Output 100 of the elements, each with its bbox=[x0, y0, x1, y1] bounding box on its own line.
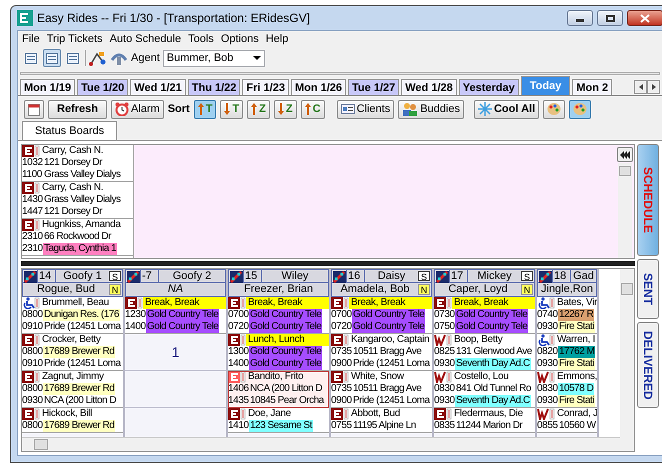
tab-scroll-left[interactable] bbox=[634, 80, 647, 94]
client-name: Fledermaus, Die bbox=[453, 408, 524, 420]
menu-item[interactable]: Auto Schedule bbox=[110, 31, 182, 48]
trip-card[interactable]: White, Snow 073510511 Bragg Ave 0900Pride (12451 Loma bbox=[331, 371, 432, 408]
menu-item[interactable]: Tools bbox=[188, 31, 214, 48]
trip-card[interactable]: Doe, Jane 1410123 Sesame St bbox=[228, 408, 329, 433]
client-name: Hickock, Bill bbox=[41, 408, 93, 420]
driver-name: Freezer, Brian bbox=[242, 283, 314, 296]
maximize-button[interactable] bbox=[597, 10, 623, 26]
page-tab[interactable]: Status Boards bbox=[22, 121, 118, 140]
palette-button[interactable] bbox=[543, 100, 566, 118]
trip-card[interactable]: Hugnkiss, Amanda 231066 Rockwood Dr 2310Taguda, Cynthia 1 bbox=[22, 219, 133, 256]
sort-button[interactable]: Z bbox=[247, 100, 270, 118]
palette-icon bbox=[547, 102, 562, 116]
trip-card[interactable]: Break, Break 0700Gold Country Tele 0720Gold Country Tele bbox=[331, 297, 432, 334]
stop-address: 17689 Brewer Rd bbox=[43, 383, 116, 395]
agent-dropdown[interactable]: Bummer, Bob bbox=[162, 50, 265, 66]
date-tab[interactable]: Yesterday bbox=[458, 79, 519, 95]
stop-time: 0830 bbox=[537, 383, 558, 395]
stop-address: Pride (12451 Loma bbox=[352, 395, 431, 407]
vehicle-name: Gad bbox=[570, 270, 596, 282]
trip-card[interactable]: Conrad, J 085510560 W bbox=[537, 408, 597, 433]
trip-card[interactable]: Kangaroo, Captain 073510511 Bragg Ave 0900Pride (12451 Loma bbox=[331, 334, 432, 371]
vertical-scrollbar[interactable] bbox=[618, 163, 632, 258]
trip-type-icon bbox=[22, 145, 40, 157]
agent-label: Agent bbox=[131, 50, 160, 66]
date-tab[interactable]: Mon 1/19 bbox=[20, 79, 76, 95]
sort-button[interactable]: C bbox=[300, 100, 325, 118]
stop-time: 0730 bbox=[434, 309, 455, 321]
trip-card[interactable]: Brummell, Beau 0800Dunigan Res. (176 0910Pride (12451 Loma bbox=[22, 297, 123, 334]
palette-button[interactable] bbox=[569, 100, 592, 118]
trip-card[interactable]: Bandito, Frito 1406NCA (200 Litton D 143510845 Pear Orcha bbox=[228, 371, 329, 408]
trip-card[interactable]: Break, Break 0700Gold Country Tele 0720Gold Country Tele bbox=[228, 297, 329, 334]
date-tab[interactable]: Thu 1/22 bbox=[188, 79, 240, 95]
stop-address: 10560 W bbox=[558, 420, 597, 432]
minimize-button[interactable] bbox=[567, 10, 593, 26]
side-tab[interactable]: DELIVERED bbox=[637, 322, 659, 408]
stop-address: Gold Country Tele bbox=[249, 346, 322, 358]
vertical-scrollbar[interactable] bbox=[620, 269, 634, 451]
stop-address: 121 Dorsey Dr bbox=[43, 206, 103, 218]
cool-all-button[interactable]: Cool All bbox=[474, 100, 540, 118]
date-tab[interactable]: Tue 1/27 bbox=[348, 79, 400, 95]
trip-card[interactable]: Lunch, Lunch 1300Gold Country Tele 1400Gold Country Tele bbox=[228, 334, 329, 371]
date-tab[interactable]: Wed 1/21 bbox=[130, 79, 186, 95]
minimize-icon bbox=[576, 19, 584, 22]
trip-card[interactable]: Zagnut, Jimmy 080017689 Brewer Rd 0930NCA (200 Litton D bbox=[22, 371, 123, 408]
trip-card[interactable]: Warren, I 082017762 M 0930Fire Stati bbox=[537, 334, 597, 371]
date-tab[interactable]: Fri 1/23 bbox=[242, 79, 289, 95]
trip-card[interactable]: Emmons, 083010578 D 0930Fire Stati bbox=[537, 371, 597, 408]
stop-time: 0755 bbox=[331, 420, 352, 432]
trip-card[interactable]: Crocker, Betty 080017689 Brewer Rd 0910Pride (12451 Loma bbox=[22, 334, 123, 371]
trip-card[interactable]: Break, Break 1230Gold Country Tele 1400Gold Country Tele bbox=[125, 297, 226, 334]
route-icon[interactable] bbox=[89, 50, 107, 66]
stop-address: Gold Country Tele bbox=[352, 321, 426, 333]
trip-card[interactable]: Costello, Lou 0830841 Old Tunnel Ro 0930Seventh Day Ad.C bbox=[434, 371, 535, 408]
menu-item[interactable]: File bbox=[22, 31, 40, 48]
stop-address: 10578 D bbox=[558, 383, 594, 395]
status-flag: S bbox=[109, 271, 121, 281]
stop-time: 0930 bbox=[537, 321, 558, 333]
stop-time: 0800 bbox=[22, 383, 43, 395]
client-name: Bandito, Frito bbox=[247, 371, 304, 383]
clients-button[interactable]: Clients bbox=[336, 100, 394, 118]
down-arrow-icon bbox=[224, 103, 230, 115]
date-tab[interactable]: Wed 1/28 bbox=[401, 79, 457, 95]
palette-icon bbox=[573, 102, 588, 116]
menu-item[interactable]: Options bbox=[220, 31, 259, 48]
sort-button[interactable]: T bbox=[220, 100, 244, 118]
side-tab[interactable]: SENT bbox=[637, 259, 659, 319]
trip-card[interactable]: Carry, Cash N. 1430Grass Valley Dialys 1447121 Dorsey Dr bbox=[22, 182, 133, 219]
list-view-icon bbox=[46, 52, 58, 64]
buddies-button[interactable]: Buddies bbox=[398, 100, 464, 118]
stop-time: 0720 bbox=[331, 321, 352, 333]
alarm-button[interactable]: Alarm bbox=[110, 100, 164, 118]
stop-address: 123 Sesame St bbox=[249, 420, 313, 432]
date-tab[interactable]: Mon 1/26 bbox=[290, 79, 346, 95]
stop-time: 1435 bbox=[228, 395, 249, 407]
vehicle-number: 14 bbox=[37, 270, 55, 282]
date-tab[interactable]: Mon 2 bbox=[572, 79, 612, 95]
collapse-button[interactable] bbox=[617, 147, 633, 162]
view-toggle[interactable] bbox=[43, 49, 61, 67]
trip-card[interactable]: Hickock, Bill 080017689 Brewer Rd bbox=[22, 408, 123, 433]
stop-time: 0830 bbox=[434, 383, 455, 395]
date-tab[interactable]: Tue 1/20 bbox=[77, 79, 128, 95]
trip-card[interactable]: Break, Break 0730Gold Country Tele 0750Gold Country Tele bbox=[434, 297, 535, 334]
trip-card[interactable]: Fledermaus, Die 083511244 Marion Dr bbox=[434, 408, 535, 433]
trip-card[interactable]: Abbott, Bud 075511195 Alpine Ln bbox=[331, 408, 432, 433]
trip-card[interactable]: Boop, Betty 0825131 Glenwood Ave 0930Seventh Day Ad.C bbox=[434, 334, 535, 371]
trip-card[interactable]: Carry, Cash N. 1032121 Dorsey Dr 1100 Grass Valley Dialys bbox=[22, 145, 133, 182]
tab-scroll-right[interactable] bbox=[647, 80, 660, 94]
refresh-button[interactable]: Refresh bbox=[48, 100, 107, 118]
driver-name: Rogue, Bud bbox=[36, 283, 96, 296]
stop-time: 0835 bbox=[434, 420, 455, 432]
menu-item[interactable]: Trip Tickets bbox=[46, 31, 103, 48]
stop-address: Gold Country Tele bbox=[249, 358, 322, 370]
calendar-button[interactable] bbox=[24, 100, 44, 118]
menu-item[interactable]: Help bbox=[266, 31, 288, 48]
close-button[interactable] bbox=[627, 10, 662, 26]
trip-card[interactable]: Bates, Vir 074012267 R 0930Fire Stati bbox=[537, 297, 597, 334]
horizontal-scrollbar[interactable] bbox=[22, 437, 620, 451]
sort-button[interactable]: Z bbox=[274, 100, 297, 118]
